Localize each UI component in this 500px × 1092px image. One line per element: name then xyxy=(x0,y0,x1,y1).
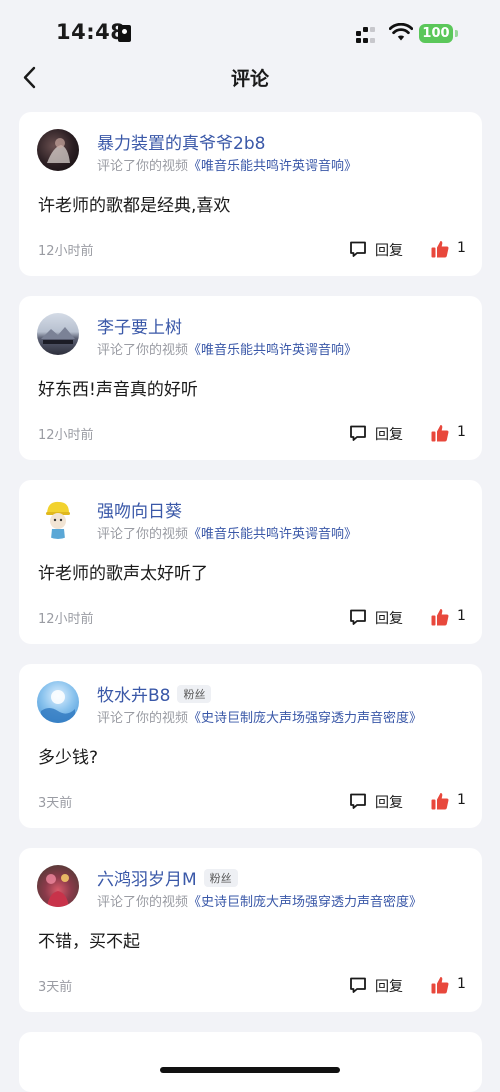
action-text: 评论了你的视频 xyxy=(97,527,189,542)
comment-text: 许老师的歌声太好听了 xyxy=(38,564,208,584)
username[interactable]: 六鸿羽岁月M 粉丝 xyxy=(97,865,238,890)
username[interactable]: 牧水卉B8 粉丝 xyxy=(97,681,212,706)
reply-label: 回复 xyxy=(375,979,403,995)
username[interactable]: 暴力装置的真爷爷2b8 xyxy=(97,129,265,154)
thumbs-up-icon xyxy=(431,977,449,994)
like-count: 1 xyxy=(457,608,466,624)
action-text: 评论了你的视频 xyxy=(97,159,189,174)
comment-context: 评论了你的视频《唯音乐能共鸣许英谔音响》 xyxy=(97,339,357,358)
comment-context: 评论了你的视频《史诗巨制庞大声场强穿透力声音密度》 xyxy=(97,707,422,726)
like-count: 1 xyxy=(457,424,466,440)
status-bar: 14:48 100 xyxy=(0,0,500,64)
comment-card[interactable]: 李子要上树 评论了你的视频《唯音乐能共鸣许英谔音响》 好东西!声音真的好听 12… xyxy=(19,296,482,460)
cellular-signal-icon xyxy=(356,27,380,43)
page-title: 评论 xyxy=(230,68,269,90)
action-text: 评论了你的视频 xyxy=(97,895,189,910)
video-link[interactable]: 《唯音乐能共鸣许英谔音响》 xyxy=(188,159,357,174)
reply-label: 回复 xyxy=(375,795,403,811)
avatar[interactable] xyxy=(37,129,79,171)
username-text: 强吻向日葵 xyxy=(97,502,182,522)
username[interactable]: 李子要上树 xyxy=(97,313,182,338)
video-link[interactable]: 《史诗巨制庞大声场强穿透力声音密度》 xyxy=(188,895,422,910)
comment-bubble-icon xyxy=(350,977,366,993)
comment-time: 12小时前 xyxy=(38,612,94,627)
thumbs-up-icon xyxy=(431,609,449,626)
reply-label: 回复 xyxy=(375,427,403,443)
comment-card[interactable]: 强吻向日葵 评论了你的视频《唯音乐能共鸣许英谔音响》 许老师的歌声太好听了 12… xyxy=(19,480,482,644)
avatar[interactable] xyxy=(37,313,79,355)
nav-bar: 评论 xyxy=(0,56,500,100)
comment-text: 不错，买不起 xyxy=(38,932,140,952)
comment-context: 评论了你的视频《唯音乐能共鸣许英谔音响》 xyxy=(97,523,357,542)
comment-text: 多少钱? xyxy=(38,748,99,768)
username-text: 牧水卉B8 xyxy=(97,686,171,706)
video-link[interactable]: 《唯音乐能共鸣许英谔音响》 xyxy=(188,343,357,358)
comment-card[interactable]: 六鸿羽岁月M 粉丝 评论了你的视频《史诗巨制庞大声场强穿透力声音密度》 不错，买不… xyxy=(19,848,482,1012)
comment-bubble-icon xyxy=(350,425,366,441)
thumbs-up-icon xyxy=(431,793,449,810)
thumbs-up-icon xyxy=(431,425,449,442)
status-time: 14:48 xyxy=(56,20,126,44)
comment-time: 3天前 xyxy=(38,796,73,811)
like-count: 1 xyxy=(457,976,466,992)
comment-time: 12小时前 xyxy=(38,428,94,443)
wifi-icon xyxy=(389,23,413,41)
username-text: 李子要上树 xyxy=(97,318,182,338)
comment-context: 评论了你的视频《史诗巨制庞大声场强穿透力声音密度》 xyxy=(97,891,422,910)
action-text: 评论了你的视频 xyxy=(97,711,189,726)
username-text: 六鸿羽岁月M xyxy=(97,870,197,890)
reply-label: 回复 xyxy=(375,611,403,627)
like-count: 1 xyxy=(457,240,466,256)
comment-text: 好东西!声音真的好听 xyxy=(38,380,198,400)
like-count: 1 xyxy=(457,792,466,808)
username-text: 暴力装置的真爷爷2b8 xyxy=(97,134,266,154)
video-link[interactable]: 《史诗巨制庞大声场强穿透力声音密度》 xyxy=(188,711,422,726)
comment-card-partial[interactable] xyxy=(19,1032,482,1092)
comment-bubble-icon xyxy=(350,241,366,257)
comment-card[interactable]: 暴力装置的真爷爷2b8 评论了你的视频《唯音乐能共鸣许英谔音响》 许老师的歌都是… xyxy=(19,112,482,276)
video-link[interactable]: 《唯音乐能共鸣许英谔音响》 xyxy=(188,527,357,542)
avatar[interactable] xyxy=(37,497,79,539)
battery-tip xyxy=(455,30,458,37)
comment-card[interactable]: 牧水卉B8 粉丝 评论了你的视频《史诗巨制庞大声场强穿透力声音密度》 多少钱? 3… xyxy=(19,664,482,828)
id-card-icon xyxy=(118,25,131,42)
avatar[interactable] xyxy=(37,865,79,907)
thumbs-up-icon xyxy=(431,241,449,258)
comment-bubble-icon xyxy=(350,793,366,809)
reply-label: 回复 xyxy=(375,243,403,259)
comment-text: 许老师的歌都是经典,喜欢 xyxy=(38,196,231,216)
fan-badge: 粉丝 xyxy=(203,869,238,887)
username[interactable]: 强吻向日葵 xyxy=(97,497,182,522)
home-indicator[interactable] xyxy=(160,1067,340,1073)
comment-time: 3天前 xyxy=(38,980,73,995)
comment-context: 评论了你的视频《唯音乐能共鸣许英谔音响》 xyxy=(97,155,357,174)
action-text: 评论了你的视频 xyxy=(97,343,189,358)
battery-indicator: 100 xyxy=(419,24,453,43)
avatar[interactable] xyxy=(37,681,79,723)
fan-badge: 粉丝 xyxy=(177,685,212,703)
comment-time: 12小时前 xyxy=(38,244,94,259)
comment-bubble-icon xyxy=(350,609,366,625)
